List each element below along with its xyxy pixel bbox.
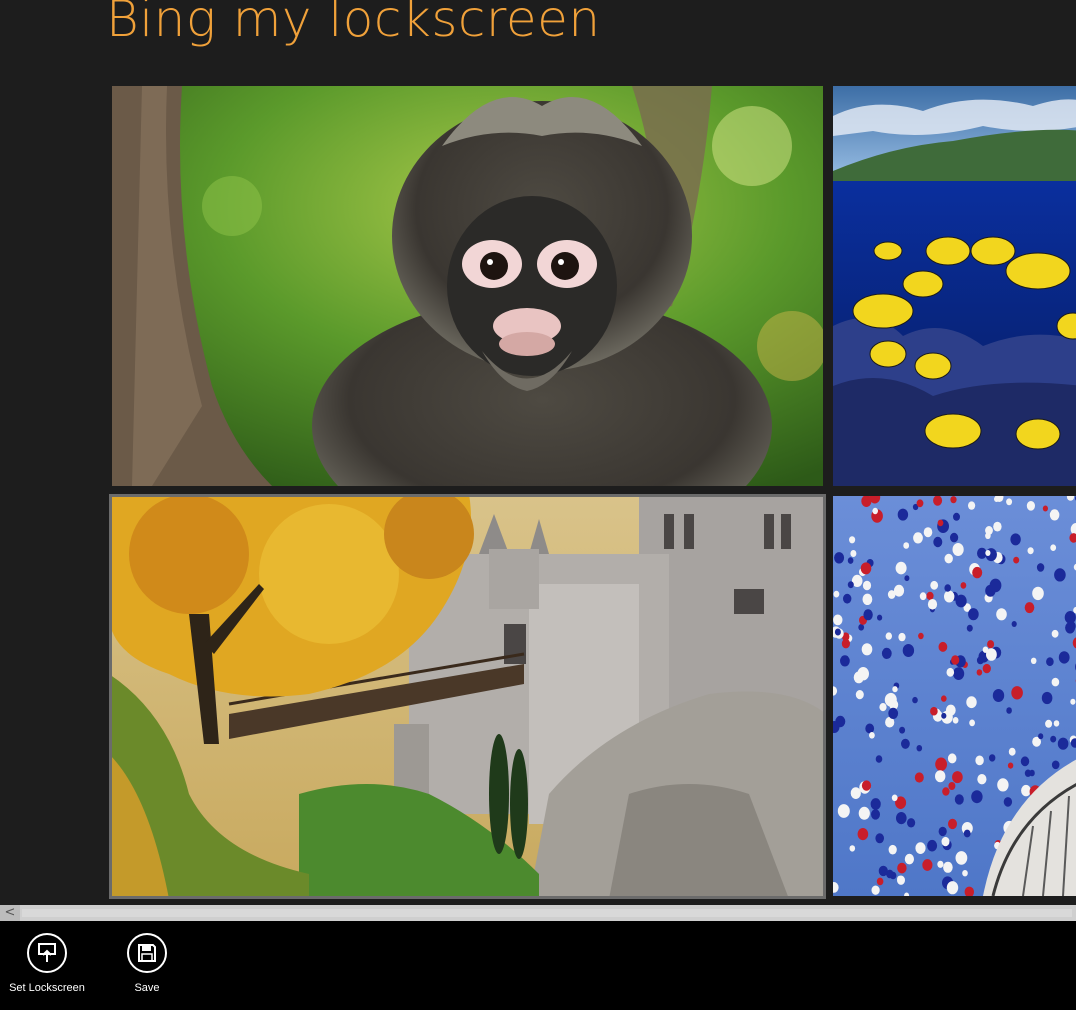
save-label: Save <box>134 982 160 994</box>
monkey-image <box>112 86 823 486</box>
balloons-image <box>833 496 1076 896</box>
fish-reef-image <box>833 86 1076 486</box>
save-button[interactable]: Save <box>100 933 194 994</box>
save-icon <box>127 933 167 973</box>
wallpaper-tile-monkey[interactable] <box>112 86 823 486</box>
app-bar: Set Lockscreen Save <box>0 921 1076 1010</box>
wallpaper-tile-balloons[interactable] <box>833 496 1076 896</box>
wallpaper-tile-fish[interactable] <box>833 86 1076 486</box>
scroll-thumb[interactable] <box>22 909 1072 917</box>
castle-image <box>109 494 826 899</box>
set-lockscreen-icon <box>27 933 67 973</box>
horizontal-scrollbar[interactable]: < <box>0 905 1076 921</box>
set-lockscreen-label: Set Lockscreen <box>9 982 85 994</box>
set-lockscreen-button[interactable]: Set Lockscreen <box>0 933 94 994</box>
wallpaper-tile-castle[interactable] <box>109 494 826 899</box>
scroll-left-arrow-icon[interactable]: < <box>0 905 20 921</box>
app-window: Bing my lockscreen < Set Lockscreen Save <box>0 0 1076 1010</box>
page-title: Bing my lockscreen <box>106 0 601 48</box>
